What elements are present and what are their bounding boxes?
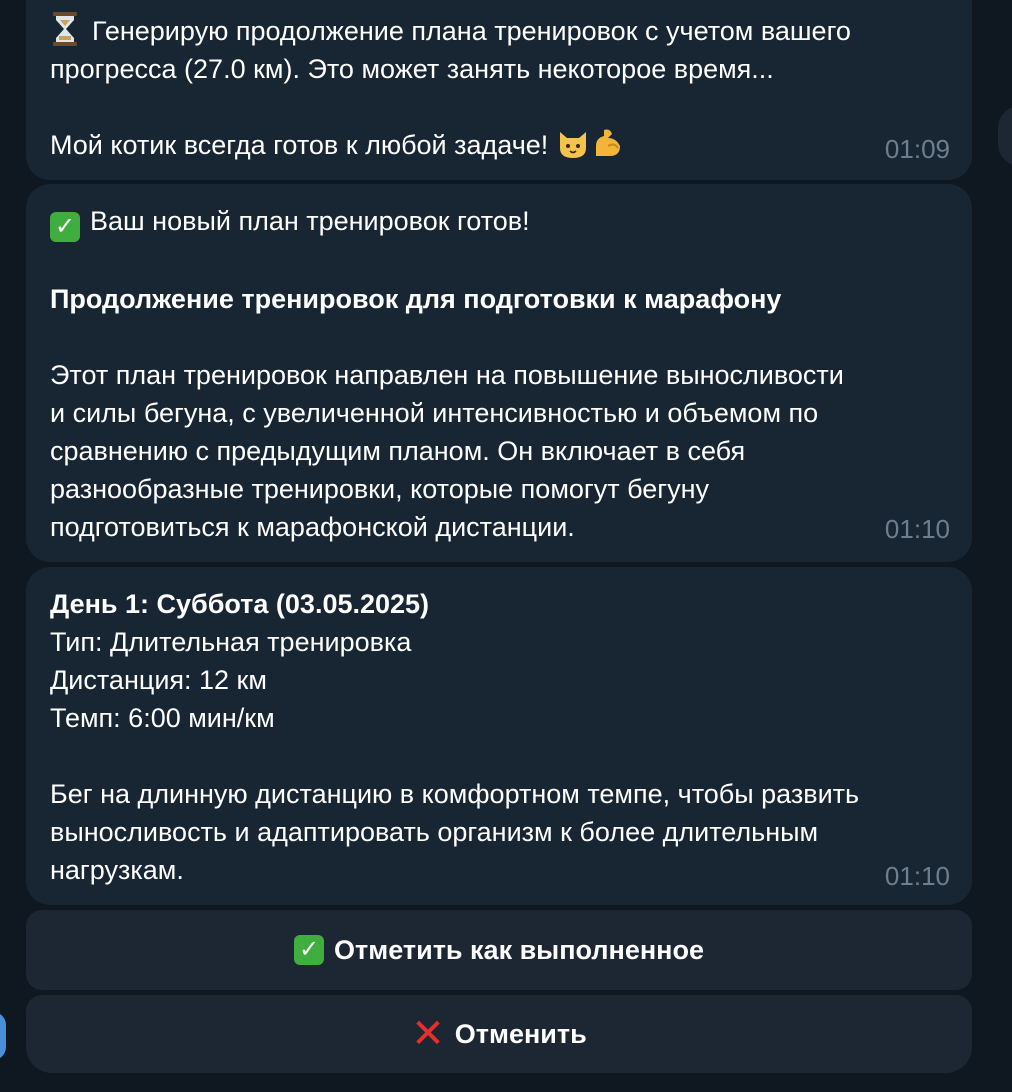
mark-done-button[interactable]: ✓ Отметить как выполненное: [26, 910, 972, 990]
message-spacer: [50, 318, 950, 356]
cat-face-icon: [556, 126, 590, 160]
workout-description: Бег на длинную дистанцию в комфортном те…: [50, 779, 860, 885]
message-time: 01:10: [884, 861, 950, 891]
message-heading: ✓ Ваш новый план тренировок готов!: [50, 202, 950, 242]
message-bubble-plan-ready: ✓ Ваш новый план тренировок готов! Продол…: [26, 184, 972, 562]
scroll-down-button[interactable]: [998, 106, 1012, 166]
message-line: прогресса (27.0 км). Это может занять не…: [50, 54, 774, 84]
check-mark-button-icon: ✓: [50, 212, 80, 242]
flexed-biceps-icon: [590, 126, 624, 160]
chat-view: Генерирую продолжение плана тренировок с…: [0, 0, 1012, 1092]
plan-description: Этот план тренировок направлен на повыше…: [50, 360, 844, 542]
message-content: День 1: Суббота (03.05.2025) Тип: Длител…: [50, 585, 950, 889]
cancel-label: Отменить: [454, 1018, 587, 1049]
workout-distance: Дистанция: 12 км: [50, 665, 267, 695]
message-content: Генерирую продолжение плана тренировок с…: [50, 12, 950, 164]
message-line: Генерирую продолжение плана тренировок с…: [50, 12, 950, 50]
workout-pace: Темп: 6:00 мин/км: [50, 703, 275, 733]
side-indicator: [0, 1012, 6, 1060]
message-bubble-generating: Генерирую продолжение плана тренировок с…: [26, 0, 972, 180]
plan-title: Продолжение тренировок для подготовки к …: [50, 284, 782, 314]
message-spacer: [50, 737, 950, 775]
message-content: ✓ Ваш новый план тренировок готов! Продол…: [50, 202, 950, 546]
check-mark-button-icon: ✓: [294, 935, 325, 965]
message-spacer: [50, 242, 950, 280]
message-time: 01:10: [884, 514, 950, 544]
message-bubble-day-plan: День 1: Суббота (03.05.2025) Тип: Длител…: [26, 567, 972, 905]
hourglass-icon: [50, 12, 80, 46]
workout-type: Тип: Длительная тренировка: [50, 627, 412, 657]
mark-done-label: Отметить как выполненное: [334, 934, 704, 965]
cross-mark-icon: ✕: [411, 1012, 445, 1056]
cancel-button[interactable]: ✕ Отменить: [26, 995, 972, 1073]
message-spacer: [50, 88, 950, 126]
day-title: День 1: Суббота (03.05.2025): [50, 589, 430, 619]
message-line: Мой котик всегда готов к любой задаче!: [50, 126, 950, 164]
message-time: 01:09: [884, 134, 950, 164]
